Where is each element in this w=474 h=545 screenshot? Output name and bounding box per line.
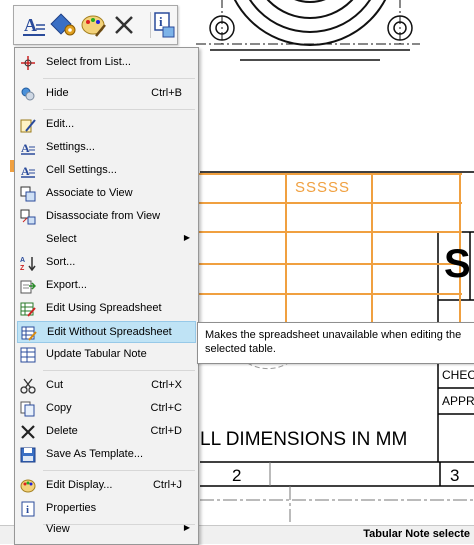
menu-label: Copy: [46, 402, 72, 414]
menu-item-settings[interactable]: A Settings...: [17, 137, 196, 159]
tooltip-text: Makes the spreadsheet unavailable when e…: [205, 329, 462, 355]
cut-icon: [20, 378, 36, 394]
copy-icon: [20, 401, 36, 417]
update-note-icon: [20, 347, 36, 363]
menu-label: Update Tabular Note: [46, 348, 147, 360]
toolbar-separator: [150, 12, 151, 38]
associate-view-icon: [20, 186, 36, 202]
menu-label: Export...: [46, 279, 87, 291]
hide-icon: [20, 86, 36, 102]
menu-shortcut: Ctrl+X: [151, 379, 182, 391]
menu-item-cut[interactable]: Cut Ctrl+X: [17, 375, 196, 397]
menu-label: Edit Using Spreadsheet: [46, 302, 162, 314]
submenu-arrow-icon: ▶: [183, 233, 190, 242]
dimensions-note: LL DIMENSIONS IN MM: [200, 429, 408, 450]
menu-label: Properties: [46, 502, 97, 514]
zone-label-2: 2: [232, 466, 242, 485]
menu-item-edit[interactable]: Edit...: [17, 114, 196, 136]
menu-item-copy[interactable]: Copy Ctrl+C: [17, 398, 196, 420]
menu-separator: [43, 370, 195, 371]
menu-shortcut: Ctrl+B: [151, 87, 182, 99]
spreadsheet-edit-icon: [20, 301, 36, 317]
title-block-checked: CHEC: [442, 368, 474, 382]
properties-icon: i: [20, 501, 36, 517]
export-icon: [20, 278, 37, 294]
menu-label: Cell Settings...: [46, 164, 117, 176]
menu-item-properties[interactable]: i Properties: [17, 498, 196, 520]
select-crosshair-icon: [20, 55, 36, 71]
save-template-icon: [20, 447, 36, 463]
status-text: Tabular Note selecte: [363, 528, 470, 540]
menu-label: View: [46, 523, 70, 535]
svg-text:A: A: [21, 141, 30, 155]
menu-shortcut: Ctrl+D: [150, 425, 182, 437]
menu-label: Select from List...: [46, 56, 131, 68]
menu-label: Edit Without Spreadsheet: [47, 326, 172, 338]
svg-text:A: A: [21, 164, 30, 178]
delete-icon: [20, 424, 36, 440]
menu-item-edit-using-spreadsheet[interactable]: Edit Using Spreadsheet: [17, 298, 196, 320]
menu-label: Edit Display...: [46, 479, 113, 491]
menu-label: Hide: [46, 87, 69, 99]
zone-label-3: 3: [450, 466, 460, 485]
menu-shortcut: Ctrl+C: [150, 402, 182, 414]
menu-label: Disassociate from View: [46, 210, 161, 222]
edit-display-icon: [20, 478, 36, 494]
settings-button[interactable]: [50, 11, 78, 39]
mini-toolbar: A i: [13, 5, 178, 45]
menu-label: Save As Template...: [46, 448, 144, 460]
menu-item-save-as-template[interactable]: Save As Template...: [17, 444, 196, 466]
menu-label: Sort...: [46, 256, 76, 268]
settings-icon: [50, 13, 76, 36]
menu-item-disassociate-from-view[interactable]: Disassociate from View: [17, 206, 196, 228]
menu-label: Select: [46, 233, 77, 245]
menu-separator: [43, 78, 195, 79]
menu-shortcut: Ctrl+J: [152, 479, 182, 491]
menu-item-edit-without-spreadsheet[interactable]: Edit Without Spreadsheet: [17, 321, 196, 343]
sort-icon: AZ: [20, 255, 36, 272]
delete-x-button[interactable]: [110, 11, 138, 39]
info-icon: i: [154, 12, 175, 38]
color-palette-icon: [81, 15, 106, 37]
menu-item-hide[interactable]: Hide Ctrl+B: [17, 83, 196, 105]
title-block-letter: S: [444, 242, 471, 286]
info-button[interactable]: i: [154, 11, 175, 39]
menu-label: Delete: [46, 425, 78, 437]
svg-text:Z: Z: [20, 265, 25, 271]
menu-label: Settings...: [46, 141, 95, 153]
svg-text:A: A: [20, 257, 25, 264]
note-text-button[interactable]: A: [20, 11, 48, 39]
menu-separator: [43, 470, 195, 471]
menu-item-select[interactable]: Select ▶: [17, 229, 196, 251]
cell-settings-icon: A: [20, 163, 36, 179]
menu-item-sort[interactable]: AZ Sort...: [17, 252, 196, 274]
settings-text-icon: A: [20, 140, 36, 156]
menu-item-view[interactable]: View ▶: [17, 519, 196, 541]
spreadsheet-no-edit-icon: [21, 325, 37, 341]
context-menu: Select from List... Hide Ctrl+B Edit... …: [14, 47, 199, 545]
title-block-approved: APPR: [442, 394, 474, 408]
delete-x-icon: [115, 16, 133, 34]
menu-item-edit-display[interactable]: Edit Display... Ctrl+J: [17, 475, 196, 497]
edit-icon: [20, 117, 36, 133]
menu-item-cell-settings[interactable]: A Cell Settings...: [17, 160, 196, 182]
svg-text:i: i: [26, 504, 29, 516]
menu-label: Associate to View: [46, 187, 133, 199]
disassociate-view-icon: [20, 209, 36, 225]
tooltip: Makes the spreadsheet unavailable when e…: [197, 322, 474, 364]
menu-separator: [43, 109, 195, 110]
color-palette-button[interactable]: [80, 11, 108, 39]
svg-text:i: i: [159, 14, 163, 29]
submenu-arrow-icon: ▶: [183, 523, 190, 532]
menu-item-select-from-list[interactable]: Select from List...: [17, 52, 196, 74]
menu-item-associate-to-view[interactable]: Associate to View: [17, 183, 196, 205]
menu-label: Cut: [46, 379, 64, 391]
menu-label: Edit...: [46, 118, 75, 130]
menu-item-delete[interactable]: Delete Ctrl+D: [17, 421, 196, 443]
table-cell-header[interactable]: SSSSS: [295, 179, 350, 196]
note-text-icon: A: [23, 15, 45, 36]
svg-text:A: A: [24, 15, 37, 35]
menu-item-update-tabular-note[interactable]: Update Tabular Note: [17, 344, 196, 366]
menu-item-export[interactable]: Export...: [17, 275, 196, 297]
